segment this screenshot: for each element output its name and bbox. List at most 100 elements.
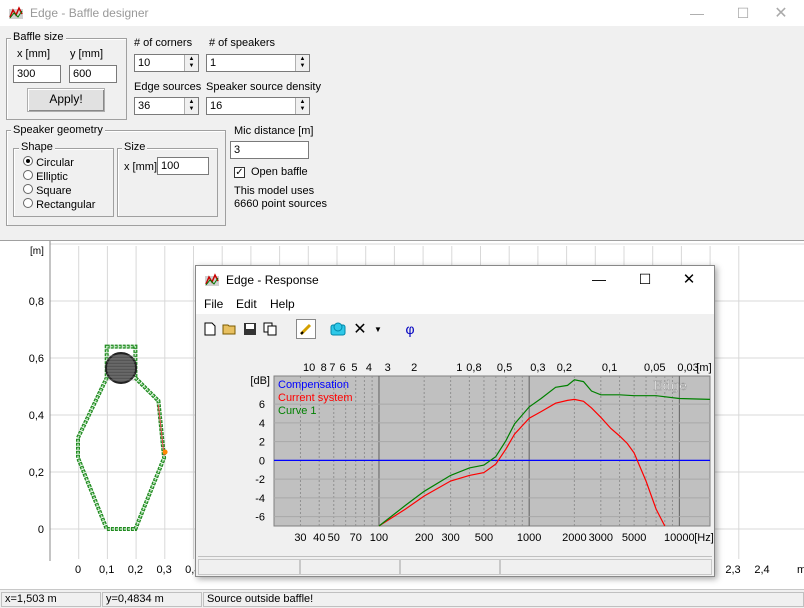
speakers-spinbox[interactable]: 1 ▲ ▼: [206, 54, 310, 72]
legend-entry: Curve 1: [278, 405, 317, 417]
baffle-size-legend: Baffle size: [11, 31, 66, 43]
speaker-icon[interactable]: [328, 319, 348, 339]
mic-marker: [162, 449, 168, 455]
legend-entry: Compensation: [278, 379, 349, 391]
edge-sources-spin-arrows[interactable]: ▲ ▼: [184, 98, 198, 114]
response-status-cell: [400, 559, 500, 575]
speakers-label: # of speakers: [209, 37, 276, 49]
response-status-bar: [198, 556, 712, 575]
top-axis-unit: [m]: [696, 362, 711, 374]
x-tick-label: 5000: [622, 532, 646, 544]
corners-spin-arrows[interactable]: ▲ ▼: [184, 55, 198, 71]
x-tick-label: 1000: [517, 532, 541, 544]
corners-spinbox[interactable]: 10 ▲ ▼: [134, 54, 199, 72]
status-y: y=0,4834 m: [102, 592, 202, 607]
menu-edit[interactable]: Edit: [236, 297, 257, 311]
response-app-icon: [205, 273, 219, 286]
copy-icon[interactable]: [260, 319, 280, 339]
response-close-icon[interactable]: ✕: [666, 266, 712, 292]
edge-sources-spinbox[interactable]: 36 ▲ ▼: [134, 97, 199, 115]
x-tick-label: 2,4: [754, 564, 769, 576]
y-tick-label: 0,8: [29, 296, 44, 308]
speaker-density-value: 16: [210, 100, 223, 112]
size-x-label: x [mm]: [124, 161, 157, 173]
speakers-spin-arrows[interactable]: ▲ ▼: [295, 55, 309, 71]
top-tick-label: 1: [456, 362, 462, 374]
dropdown-icon[interactable]: ▼: [372, 319, 384, 339]
top-tick-label: 0,5: [497, 362, 512, 374]
response-status-cell: [300, 559, 400, 575]
app-icon: [9, 6, 23, 19]
response-menu-bar: File Edit Help: [196, 294, 714, 314]
x-mm-label: x [mm]: [17, 48, 50, 60]
status-message: Source outside baffle!: [203, 592, 804, 607]
x-axis-unit: m: [797, 564, 804, 576]
radio-elliptic-label: Elliptic: [36, 171, 68, 183]
open-icon[interactable]: [220, 319, 240, 339]
radio-circular[interactable]: Circular: [23, 156, 95, 170]
open-baffle-label: Open baffle: [251, 166, 308, 178]
mic-distance-input[interactable]: 3: [230, 141, 309, 159]
menu-help[interactable]: Help: [270, 297, 295, 311]
legend-entry: Current system: [278, 392, 353, 404]
size-legend: Size: [122, 141, 148, 153]
y-tick-label: 0,6: [29, 353, 44, 365]
top-tick-label: 7: [329, 362, 335, 374]
open-baffle-checkbox[interactable]: ✓: [234, 167, 245, 178]
x-tick-label: 500: [475, 532, 493, 544]
response-window[interactable]: Edge - Response — ☐ ✕ File Edit Help ✕ ▼…: [195, 265, 715, 577]
top-tick-label: 10: [303, 362, 315, 374]
radio-rectangular-label: Rectangular: [36, 199, 96, 211]
y-tick-label: 0: [38, 524, 44, 536]
x-tick-label: 30: [294, 532, 306, 544]
phase-icon[interactable]: φ: [400, 319, 420, 339]
radio-elliptic-dot[interactable]: [23, 170, 33, 180]
top-tick-label: 5: [351, 362, 357, 374]
top-tick-label: 0,2: [557, 362, 572, 374]
radio-elliptic[interactable]: Elliptic: [23, 170, 95, 184]
top-tick-label: 0,3: [530, 362, 545, 374]
radio-circular-dot[interactable]: [23, 156, 33, 166]
y-axis-label: [dB]: [250, 375, 270, 387]
minimize-icon[interactable]: —: [674, 0, 720, 26]
y-tick-label: 2: [259, 437, 265, 449]
close-icon[interactable]: ✕: [758, 0, 804, 26]
top-tick-label: 0,05: [644, 362, 665, 374]
baffle-y-input[interactable]: 600: [69, 65, 117, 83]
menu-file[interactable]: File: [204, 297, 223, 311]
radio-rectangular-dot[interactable]: [23, 198, 33, 208]
apply-button[interactable]: Apply!: [27, 88, 105, 112]
y-tick-label: 6: [259, 399, 265, 411]
delete-icon[interactable]: ✕: [350, 319, 370, 339]
response-toolbar: ✕ ▼ φ: [196, 316, 714, 342]
speaker-size-input[interactable]: 100: [157, 157, 209, 175]
top-tick-label: 6: [339, 362, 345, 374]
edge-logo: Edge: [653, 379, 687, 394]
y-tick-label: 0,4: [29, 410, 44, 422]
response-title-bar: Edge - Response — ☐ ✕: [196, 266, 714, 294]
status-bar: x=1,503 m y=0,4834 m Source outside baff…: [0, 589, 804, 608]
response-minimize-icon[interactable]: —: [576, 266, 622, 292]
speaker-density-spin-arrows[interactable]: ▲ ▼: [295, 98, 309, 114]
pen-icon[interactable]: [296, 319, 316, 339]
baffle-x-input[interactable]: 300: [13, 65, 61, 83]
x-tick-label: 300: [441, 532, 459, 544]
response-maximize-icon[interactable]: ☐: [622, 266, 668, 292]
radio-square-dot[interactable]: [23, 184, 33, 194]
x-axis-unit: [Hz]: [694, 532, 714, 544]
new-icon[interactable]: [200, 319, 220, 339]
x-tick-label: 70: [350, 532, 362, 544]
y-tick-label: 0: [259, 455, 265, 467]
shape-legend: Shape: [19, 141, 55, 153]
speaker-density-spinbox[interactable]: 16 ▲ ▼: [206, 97, 310, 115]
radio-rectangular[interactable]: Rectangular: [23, 198, 95, 212]
radio-circular-label: Circular: [36, 157, 74, 169]
y-tick-label: -2: [255, 474, 265, 486]
response-chart[interactable]: [dB]6420-2-4-630 40 50 70 100 200 300 500 1000 20…: [196, 344, 714, 554]
y-tick-label: -6: [255, 512, 265, 524]
save-icon[interactable]: [240, 319, 260, 339]
window-title: Edge - Baffle designer: [30, 6, 149, 20]
y-axis-unit: [m]: [30, 246, 44, 257]
top-tick-label: 8: [321, 362, 327, 374]
radio-square[interactable]: Square: [23, 184, 95, 198]
